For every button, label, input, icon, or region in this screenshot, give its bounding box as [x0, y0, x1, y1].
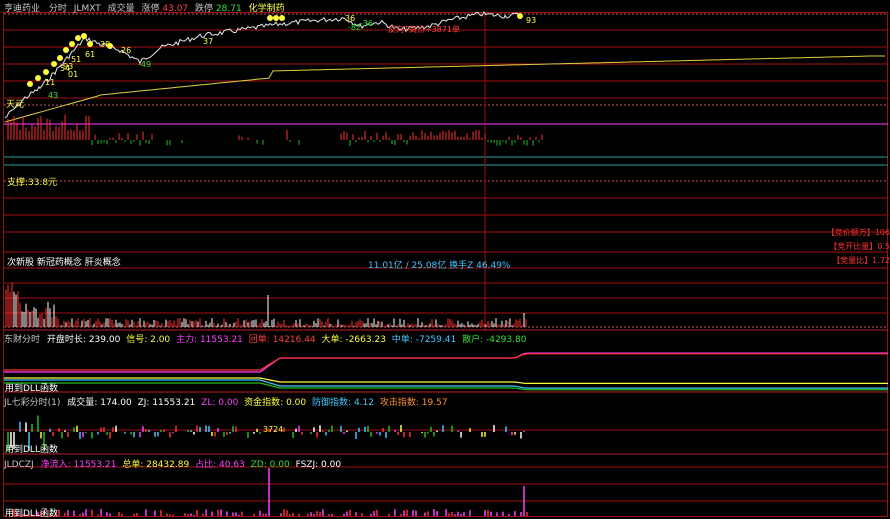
- volume-label: 成交量: [107, 4, 135, 14]
- side-tag-volume-ratio: 【竞量比】1.72: [832, 256, 890, 265]
- point-label: 36: [345, 14, 356, 23]
- signal-dot: [63, 47, 69, 53]
- signal-dot: [43, 69, 49, 75]
- point-label: 93: [526, 16, 537, 25]
- signal-dot: [279, 15, 285, 21]
- signal-dot: [69, 41, 75, 47]
- concept-tags[interactable]: 次新股 新冠药概念 肝炎概念: [7, 255, 121, 268]
- panel-title[interactable]: JL七彩分时(1): [4, 398, 60, 408]
- signal-dot: [75, 35, 81, 41]
- dashed-levels: [4, 13, 888, 328]
- point-label: 38: [100, 40, 111, 49]
- panel-dongcai-header: 东财分时 开盘时长: 239.00 信号: 2.00 主力: 11553.21 …: [4, 335, 527, 345]
- left-marker: 天元: [6, 100, 25, 110]
- limit-up-value: 43.07: [162, 4, 189, 14]
- point-label: 26: [121, 46, 132, 55]
- point-label: 11: [45, 78, 56, 87]
- point-label: 54: [60, 64, 71, 73]
- side-tag-open-ratio: 【竞开比量】0.5: [829, 242, 890, 251]
- turnover-info: 11.01亿 / 25.08亿 换手Z 46.49%: [368, 261, 511, 271]
- point-label: 43: [48, 91, 59, 100]
- signal-dot: [273, 15, 279, 21]
- dll-tag: 用到DLL函数: [5, 384, 58, 394]
- limit-up-label: 涨停: [141, 4, 160, 14]
- limit-down-label: 跌停: [195, 4, 214, 14]
- banner-text: 反向T高点+3871单: [388, 25, 460, 34]
- price-grid: [4, 29, 888, 253]
- main-flow-line: [4, 352, 888, 373]
- signal-dot: [51, 61, 57, 67]
- indicator-name[interactable]: JLMXT: [74, 4, 101, 14]
- point-label: 37: [203, 37, 214, 46]
- signal-dot: [517, 13, 523, 19]
- side-tag-auction-amount: 【竞价额万】106: [826, 228, 890, 237]
- bar-label: 3724: [263, 425, 284, 434]
- dll-tag: 用到DLL函数: [5, 509, 58, 519]
- point-label: -49: [138, 60, 152, 69]
- panel-title[interactable]: JLDCZJ: [4, 460, 34, 470]
- signal-dot: [81, 33, 87, 39]
- limit-down-value: 28.71: [215, 4, 242, 14]
- point-label: 61: [85, 50, 96, 59]
- volume-grid: [4, 267, 888, 314]
- signal-dot: [57, 55, 63, 61]
- mid-order-line: [4, 379, 888, 389]
- support-label: 支撑:33.8元: [7, 178, 58, 188]
- panel-jlqc-header: JL七彩分时(1) 成交量: 174.00 ZJ: 11553.21 ZL: 0…: [4, 398, 448, 408]
- chart-header: 亨迪药业 分时 JLMXT 成交量 涨停 43.07 跌停 28.71 化学制药: [4, 1, 285, 14]
- signal-dot: [87, 41, 93, 47]
- signal-dot: [35, 75, 41, 81]
- signal-dot: [27, 81, 33, 87]
- panel-jldczj-header: JLDCZJ 净流入: 11553.21 总单: 28432.89 占比: 40…: [4, 460, 342, 470]
- stock-name[interactable]: 亨迪药业: [4, 4, 40, 14]
- signal-dot: [267, 15, 273, 21]
- panel-title[interactable]: 东财分时: [4, 335, 40, 345]
- point-label: -36: [360, 19, 374, 28]
- industry-label: 化学制药: [248, 4, 285, 14]
- back-order-line: [4, 353, 888, 371]
- dll-tag: 用到DLL函数: [5, 445, 58, 455]
- view-mode-tab[interactable]: 分时: [49, 4, 67, 14]
- average-price-line: [4, 55, 885, 123]
